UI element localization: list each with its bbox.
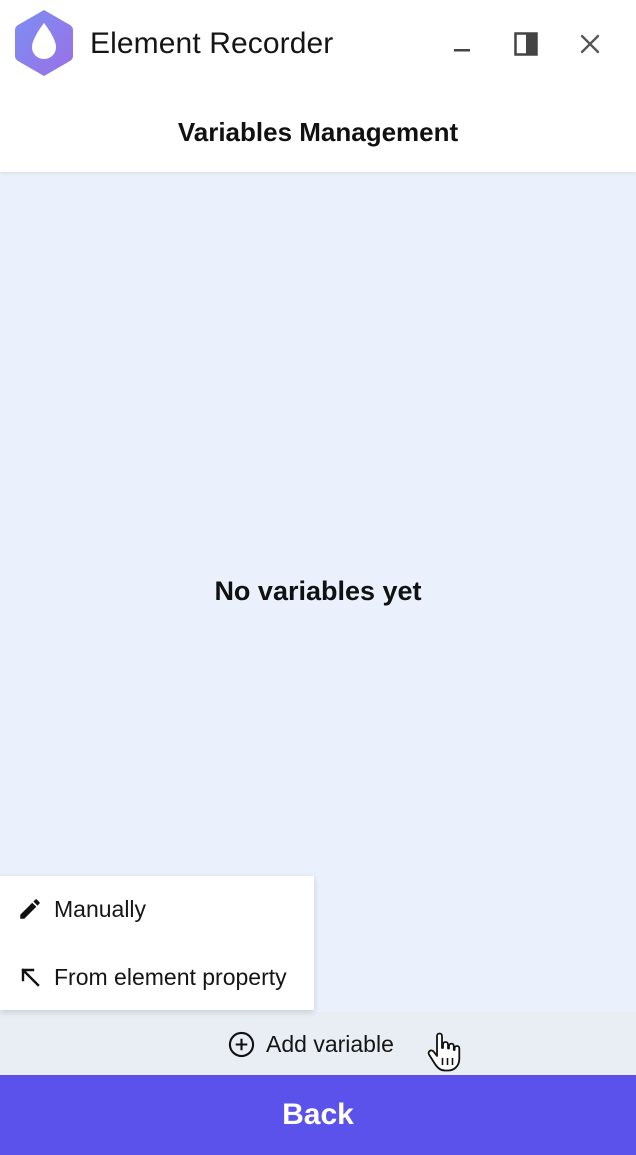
maximize-icon — [514, 32, 538, 56]
menu-item-label: From element property — [54, 963, 287, 990]
page-header: Variables Management — [0, 88, 636, 172]
close-icon — [580, 34, 600, 54]
minimize-icon — [454, 49, 470, 52]
close-button[interactable] — [570, 24, 610, 64]
menu-item-from-element-property[interactable]: From element property — [0, 946, 314, 1008]
pencil-icon — [16, 895, 44, 923]
menu-item-manually[interactable]: Manually — [0, 878, 314, 940]
add-variable-menu: Manually From element property — [0, 876, 314, 1010]
empty-state-message: No variables yet — [214, 576, 422, 606]
add-variable-label: Add variable — [266, 1030, 394, 1057]
arrow-up-left-icon — [16, 963, 44, 991]
menu-item-label: Manually — [54, 895, 147, 922]
plus-circle-icon — [228, 1031, 255, 1057]
add-variable-bar: Add variable — [0, 1012, 636, 1075]
add-variable-button[interactable]: Add variable — [228, 1022, 394, 1066]
title-bar: Element Recorder — [0, 0, 636, 88]
page-title: Variables Management — [177, 117, 459, 147]
hand-pointer-icon — [427, 1032, 461, 1072]
app-logo-icon — [15, 10, 73, 76]
maximize-button[interactable] — [506, 24, 546, 64]
app-title: Element Recorder — [90, 27, 334, 60]
minimize-button[interactable] — [442, 24, 482, 64]
back-button[interactable]: Back — [0, 1075, 636, 1155]
